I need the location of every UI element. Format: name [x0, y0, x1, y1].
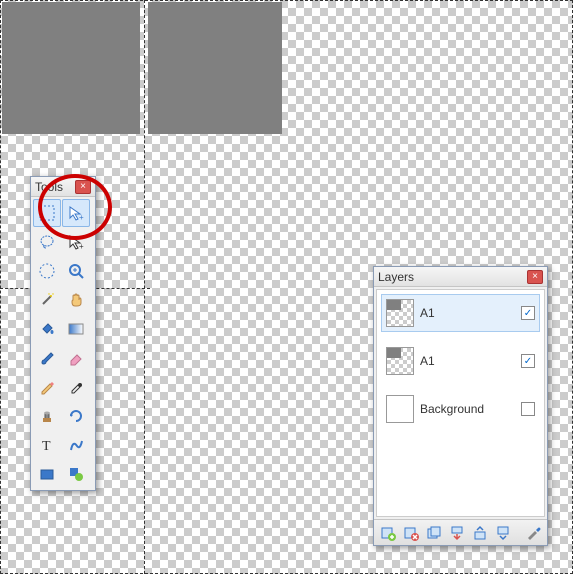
layer-visibility-checkbox[interactable]	[521, 402, 535, 416]
layers-panel: Layers × A1 ✓ A1 ✓ Background	[373, 266, 548, 546]
layers-panel-titlebar[interactable]: Layers ×	[374, 267, 547, 287]
canvas-guide-vertical	[144, 0, 145, 574]
tool-shapes-combo[interactable]	[62, 460, 90, 488]
tool-ellipse-select[interactable]	[33, 257, 61, 285]
layer-delete-button[interactable]	[400, 523, 422, 543]
tool-line[interactable]	[62, 431, 90, 459]
tool-move[interactable]: +	[62, 228, 90, 256]
layer-thumbnail	[386, 395, 414, 423]
tool-text[interactable]: T	[33, 431, 61, 459]
layer-visibility-checkbox[interactable]: ✓	[521, 354, 535, 368]
tool-eraser[interactable]	[62, 344, 90, 372]
tool-lasso[interactable]	[33, 228, 61, 256]
svg-text:+: +	[79, 242, 84, 251]
tools-close-button[interactable]: ×	[75, 180, 91, 194]
layers-footer	[374, 519, 547, 545]
layers-list: A1 ✓ A1 ✓ Background	[376, 289, 545, 517]
layer-add-button[interactable]	[377, 523, 399, 543]
tool-pan[interactable]	[62, 286, 90, 314]
layer-name: Background	[420, 402, 515, 416]
tool-shapes-rect[interactable]	[33, 460, 61, 488]
layer-row[interactable]: Background	[381, 390, 540, 428]
layer-row[interactable]: A1 ✓	[381, 294, 540, 332]
layer-name: A1	[420, 354, 515, 368]
tool-paintbrush[interactable]	[33, 344, 61, 372]
tool-pencil[interactable]	[33, 373, 61, 401]
tools-panel-titlebar[interactable]: Tools ×	[31, 177, 95, 197]
layers-panel-title: Layers	[378, 270, 414, 284]
layer-move-up-button[interactable]	[469, 523, 491, 543]
layer-thumbnail	[386, 347, 414, 375]
layer-visibility-checkbox[interactable]: ✓	[521, 306, 535, 320]
layer-duplicate-button[interactable]	[423, 523, 445, 543]
check-icon: ✓	[524, 356, 532, 367]
close-icon: ×	[532, 272, 538, 282]
tools-panel-title: Tools	[35, 180, 63, 194]
layer-name: A1	[420, 306, 515, 320]
tool-clone-stamp[interactable]	[33, 402, 61, 430]
layer-properties-button[interactable]	[522, 523, 544, 543]
layer-thumbnail	[386, 299, 414, 327]
svg-text:T: T	[42, 439, 51, 454]
tool-zoom[interactable]	[62, 257, 90, 285]
tool-rectangle-select[interactable]	[33, 199, 61, 227]
image-tile-1	[2, 2, 140, 134]
tool-color-picker[interactable]	[62, 373, 90, 401]
close-icon: ×	[80, 182, 86, 192]
tool-recolor[interactable]	[62, 402, 90, 430]
layer-merge-down-button[interactable]	[446, 523, 468, 543]
tools-grid: + + T	[31, 197, 95, 490]
layers-close-button[interactable]: ×	[527, 270, 543, 284]
tool-move-selection[interactable]: +	[62, 199, 90, 227]
tool-magic-wand[interactable]	[33, 286, 61, 314]
check-icon: ✓	[524, 308, 532, 319]
tools-panel: Tools × + + T	[30, 176, 96, 491]
svg-text:+: +	[79, 213, 84, 222]
tool-gradient[interactable]	[62, 315, 90, 343]
layer-move-down-button[interactable]	[492, 523, 514, 543]
layer-row[interactable]: A1 ✓	[381, 342, 540, 380]
tool-paint-bucket[interactable]	[33, 315, 61, 343]
image-tile-2	[148, 2, 282, 134]
